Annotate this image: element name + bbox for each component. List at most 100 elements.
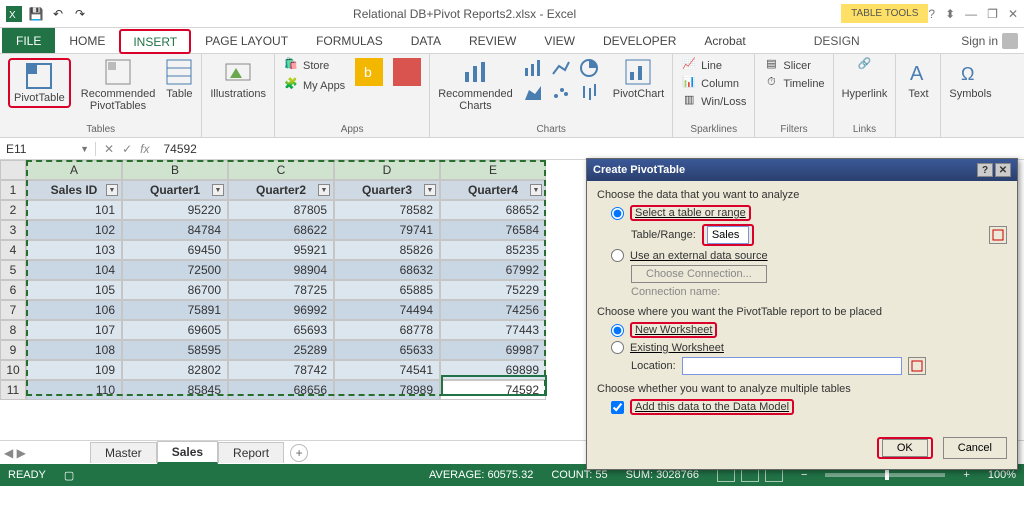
tab-file[interactable]: FILE — [2, 28, 55, 53]
table-cell[interactable]: 69987 — [440, 340, 546, 360]
tab-data[interactable]: DATA — [397, 28, 455, 53]
table-cell[interactable]: 105 — [26, 280, 122, 300]
table-cell[interactable]: 69899 — [440, 360, 546, 380]
signin-link[interactable]: Sign in — [961, 28, 1024, 53]
filter-dropdown-icon[interactable]: ▼ — [106, 184, 118, 196]
tab-acrobat[interactable]: Acrobat — [690, 28, 759, 53]
col-head-B[interactable]: B — [122, 160, 228, 180]
symbols-button[interactable]: ΩSymbols — [949, 58, 991, 100]
table-cell[interactable]: 106 — [26, 300, 122, 320]
restore-icon[interactable]: ❐ — [987, 7, 998, 21]
table-header[interactable]: Quarter2▼ — [228, 180, 334, 200]
table-cell[interactable]: 104 — [26, 260, 122, 280]
tab-developer[interactable]: DEVELOPER — [589, 28, 690, 53]
table-cell[interactable]: 58595 — [122, 340, 228, 360]
filter-dropdown-icon[interactable]: ▼ — [212, 184, 224, 196]
table-cell[interactable]: 86700 — [122, 280, 228, 300]
pivottable-button[interactable]: PivotTable — [8, 58, 71, 108]
table-cell[interactable]: 69450 — [122, 240, 228, 260]
table-cell[interactable]: 110 — [26, 380, 122, 400]
col-head-D[interactable]: D — [334, 160, 440, 180]
table-header[interactable]: Quarter4▼ — [440, 180, 546, 200]
chart-line-icon[interactable] — [551, 58, 575, 78]
row-head-6[interactable]: 6 — [0, 280, 26, 300]
sparkline-winloss-button[interactable]: ▥Win/Loss — [681, 94, 746, 110]
tab-view[interactable]: VIEW — [530, 28, 589, 53]
table-cell[interactable]: 68632 — [334, 260, 440, 280]
ok-button[interactable]: OK — [882, 439, 928, 457]
redo-icon[interactable]: ↷ — [72, 6, 88, 22]
table-header[interactable]: Quarter3▼ — [334, 180, 440, 200]
choose-connection-button[interactable]: Choose Connection... — [631, 265, 767, 283]
table-cell[interactable]: 96992 — [228, 300, 334, 320]
table-cell[interactable]: 85845 — [122, 380, 228, 400]
table-cell[interactable]: 68652 — [440, 200, 546, 220]
table-cell[interactable]: 85826 — [334, 240, 440, 260]
table-cell[interactable]: 108 — [26, 340, 122, 360]
zoom-slider[interactable] — [825, 473, 945, 477]
filter-dropdown-icon[interactable]: ▼ — [424, 184, 436, 196]
radio-existing-worksheet[interactable] — [611, 341, 624, 354]
confirm-formula-icon[interactable]: ✓ — [122, 142, 132, 156]
table-cell[interactable]: 74541 — [334, 360, 440, 380]
location-picker-icon[interactable] — [908, 357, 926, 375]
table-cell[interactable]: 98904 — [228, 260, 334, 280]
filter-dropdown-icon[interactable]: ▼ — [530, 184, 542, 196]
row-head-3[interactable]: 3 — [0, 220, 26, 240]
text-button[interactable]: AText — [904, 58, 932, 100]
table-cell[interactable]: 75229 — [440, 280, 546, 300]
table-cell[interactable]: 65633 — [334, 340, 440, 360]
radio-external-source[interactable] — [611, 249, 624, 262]
table-cell[interactable]: 78989 — [334, 380, 440, 400]
zoom-in-button[interactable]: + — [963, 469, 969, 481]
table-cell[interactable]: 102 — [26, 220, 122, 240]
pivotchart-button[interactable]: PivotChart — [613, 58, 664, 100]
table-cell[interactable]: 72500 — [122, 260, 228, 280]
chart-scatter-icon[interactable] — [551, 82, 575, 102]
radio-select-range[interactable] — [611, 207, 624, 220]
table-cell[interactable]: 101 — [26, 200, 122, 220]
radio-new-worksheet[interactable] — [611, 324, 624, 337]
table-cell[interactable]: 75891 — [122, 300, 228, 320]
tab-review[interactable]: REVIEW — [455, 28, 530, 53]
table-cell[interactable]: 65885 — [334, 280, 440, 300]
tab-formulas[interactable]: FORMULAS — [302, 28, 397, 53]
col-head-A[interactable]: A — [26, 160, 122, 180]
save-icon[interactable]: 💾 — [28, 6, 44, 22]
recommended-charts-button[interactable]: Recommended Charts — [438, 58, 513, 112]
zoom-out-button[interactable]: − — [801, 469, 807, 481]
row-head-7[interactable]: 7 — [0, 300, 26, 320]
dialog-titlebar[interactable]: Create PivotTable ?✕ — [587, 159, 1017, 181]
chevron-down-icon[interactable]: ▼ — [80, 144, 89, 154]
chart-bar-icon[interactable] — [523, 58, 547, 78]
undo-icon[interactable]: ↶ — [50, 6, 66, 22]
table-range-input[interactable] — [707, 226, 749, 244]
bing-maps-button[interactable]: b — [355, 58, 383, 86]
slicer-button[interactable]: ▤Slicer — [763, 58, 824, 74]
view-buttons[interactable] — [717, 468, 783, 482]
chart-pie-icon[interactable] — [579, 58, 603, 78]
filter-dropdown-icon[interactable]: ▼ — [318, 184, 330, 196]
sheet-tab-report[interactable]: Report — [218, 442, 284, 463]
myapps-button[interactable]: 🧩My Apps — [283, 78, 345, 94]
table-cell[interactable]: 76584 — [440, 220, 546, 240]
name-box[interactable]: E11▼ — [0, 142, 96, 156]
minimize-icon[interactable]: — — [965, 7, 977, 21]
table-cell[interactable]: 74592 — [440, 380, 546, 400]
tab-insert[interactable]: INSERT — [119, 29, 191, 54]
dialog-help-icon[interactable]: ? — [977, 163, 993, 177]
close-icon[interactable]: ✕ — [1008, 7, 1018, 21]
people-graph-button[interactable] — [393, 58, 421, 86]
table-cell[interactable]: 87805 — [228, 200, 334, 220]
table-cell[interactable]: 85235 — [440, 240, 546, 260]
row-head-4[interactable]: 4 — [0, 240, 26, 260]
table-cell[interactable]: 68656 — [228, 380, 334, 400]
tab-home[interactable]: HOME — [55, 28, 119, 53]
row-head-1[interactable]: 1 — [0, 180, 26, 200]
sparkline-line-button[interactable]: 📈Line — [681, 58, 746, 74]
add-sheet-button[interactable]: + — [290, 444, 308, 462]
fx-icon[interactable]: fx — [140, 142, 149, 156]
sparkline-column-button[interactable]: 📊Column — [681, 76, 746, 92]
select-all-corner[interactable] — [0, 160, 26, 180]
chart-area-icon[interactable] — [523, 82, 547, 102]
